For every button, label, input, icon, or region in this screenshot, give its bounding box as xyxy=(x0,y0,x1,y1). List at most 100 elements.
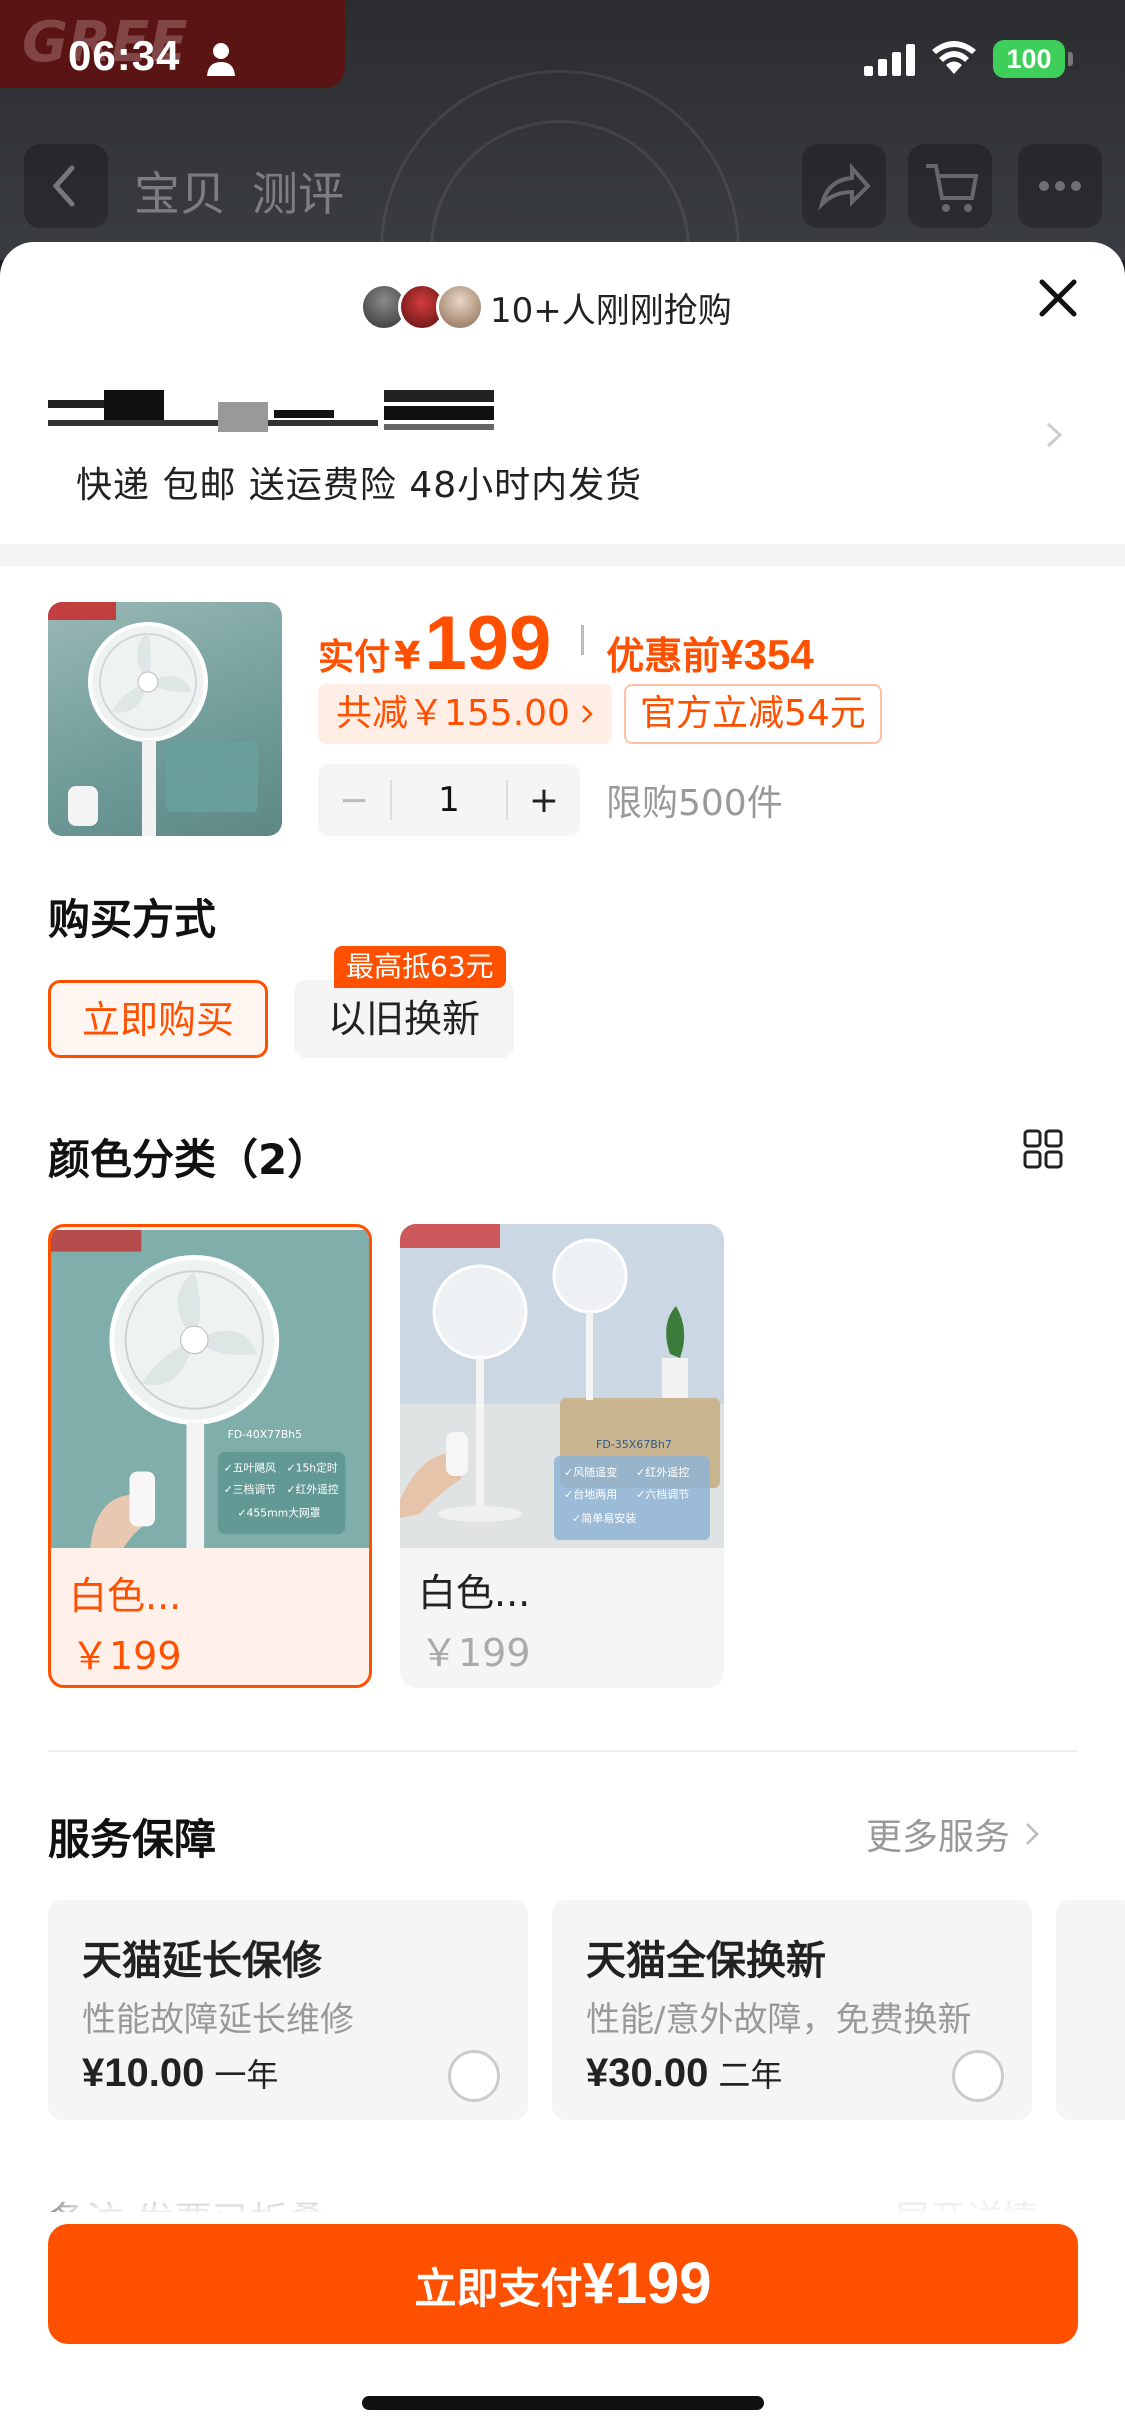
pay-button-amount: ¥199 xyxy=(582,2251,712,2316)
battery-indicator: 100 xyxy=(993,40,1073,78)
price-line: 实付 ¥ 199 优惠前 ¥354 xyxy=(318,600,814,686)
color-category-title: 颜色分类（2） xyxy=(48,1135,330,1184)
variant-price: ￥199 xyxy=(71,1634,182,1678)
total-discount-text: 共减￥155.00 xyxy=(336,693,570,734)
feature-label: ✓简单易安装 xyxy=(572,1511,636,1525)
background-nav: 宝贝 测评 xyxy=(0,144,1125,238)
quantity-stepper: − 1 + xyxy=(318,764,580,836)
feature-label: ✓三档调节 xyxy=(224,1483,276,1496)
fan-image xyxy=(48,602,258,836)
home-indicator xyxy=(362,2396,764,2410)
model-label: FD-35X67Bh7 xyxy=(596,1438,672,1451)
price-separator xyxy=(581,625,585,655)
option-buy-now[interactable]: 立即购买 xyxy=(48,980,268,1058)
service-title: 天猫全保换新 xyxy=(586,1938,826,1984)
model-label: FD-40X77Bh5 xyxy=(228,1428,302,1441)
recent-buyers: 10+人刚刚抢购 xyxy=(360,282,732,332)
chevron-right-icon xyxy=(1046,422,1063,448)
variant-image: FD-40X77Bh5 ✓五叶飓风 ✓15h定时 ✓三档调节 ✓红外遥控 ✓45… xyxy=(51,1230,369,1548)
service-price-line: ¥30.00 二年 xyxy=(586,2050,782,2096)
pay-amount: 199 xyxy=(424,601,552,686)
purchase-method-title: 购买方式 xyxy=(48,895,217,944)
pay-yen: ¥ xyxy=(394,634,421,678)
feature-label: ✓455mm大网罩 xyxy=(237,1507,320,1520)
feature-label: ✓五叶飓风 xyxy=(224,1461,276,1474)
avatar xyxy=(436,283,484,331)
tab-review[interactable]: 测评 xyxy=(252,158,344,224)
pay-button-label: 立即支付 xyxy=(414,2264,583,2313)
status-time: 06:34 xyxy=(68,32,181,79)
grid-view-icon[interactable] xyxy=(1022,1128,1064,1170)
masked-address xyxy=(48,390,508,440)
cart-button[interactable] xyxy=(908,144,992,228)
chevron-right-icon xyxy=(582,705,593,723)
services-title: 服务保障 xyxy=(48,1815,217,1864)
purchase-sheet: 10+人刚刚抢购 快递 包邮 送运费险 48小时内发货 实付 ¥ 199 优惠前… xyxy=(0,242,1125,2436)
service-card[interactable]: 天猫全保换新 性能/意外故障，免费换新 ¥30.00 二年 xyxy=(552,1900,1032,2120)
chevron-right-icon xyxy=(1026,1823,1039,1845)
original-price: ¥354 xyxy=(720,631,814,678)
option-trade-in[interactable]: 以旧换新 xyxy=(294,980,514,1058)
more-services-label: 更多服务 xyxy=(866,1817,1011,1858)
share-icon xyxy=(818,162,871,211)
back-button[interactable] xyxy=(24,144,108,228)
official-discount-tag: 官方立减54元 xyxy=(623,684,882,744)
quantity-row: − 1 + 限购500件 xyxy=(318,764,783,836)
service-radio[interactable] xyxy=(448,2050,500,2102)
feature-label: ✓台地两用 xyxy=(564,1487,617,1501)
feature-label: ✓六档调节 xyxy=(636,1487,689,1501)
service-card[interactable]: 天猫延长保修 性能故障延长维修 ¥10.00 一年 xyxy=(48,1900,528,2120)
more-button[interactable] xyxy=(1018,144,1102,228)
trade-in-badge: 最高抵63元 xyxy=(334,946,506,988)
section-divider xyxy=(0,544,1125,566)
note-label: 备注 发票已折叠 xyxy=(48,2190,326,2212)
service-price: ¥30.00 xyxy=(586,2051,709,2095)
product-thumbnail[interactable] xyxy=(48,602,282,836)
service-price-line: ¥10.00 一年 xyxy=(82,2050,278,2096)
increment-button[interactable]: + xyxy=(508,780,580,821)
service-desc: 性能故障延长维修 xyxy=(82,2000,354,2040)
purchase-limit: 限购500件 xyxy=(606,783,783,824)
variant-name: 白色... xyxy=(69,1574,182,1618)
service-radio[interactable] xyxy=(952,2050,1004,2102)
quantity-value[interactable]: 1 xyxy=(390,780,508,820)
feature-label: ✓红外遥控 xyxy=(636,1465,689,1479)
buyers-count-text: 10+人刚刚抢购 xyxy=(490,290,732,331)
service-term: 二年 xyxy=(718,2056,783,2094)
feature-label: ✓风随遥变 xyxy=(564,1465,617,1479)
service-desc: 性能/意外故障，免费换新 xyxy=(586,2000,972,2040)
person-icon xyxy=(207,43,235,76)
pay-now-button[interactable]: 立即支付¥199 xyxy=(48,2224,1078,2344)
buyer-avatars xyxy=(360,283,484,331)
total-discount-button[interactable]: 共减￥155.00 xyxy=(318,684,612,744)
more-dots-icon xyxy=(1039,181,1081,191)
service-title: 天猫延长保修 xyxy=(82,1938,322,1984)
decrement-button[interactable]: − xyxy=(318,780,390,821)
expand-details-link[interactable]: 展开详情 xyxy=(894,2190,1038,2212)
close-icon[interactable] xyxy=(1036,276,1080,320)
feature-label: ✓15h定时 xyxy=(287,1461,338,1474)
color-variant-card[interactable]: FD-35X67Bh7 ✓风随遥变 ✓红外遥控 ✓台地两用 ✓六档调节 ✓简单易… xyxy=(400,1224,724,1688)
original-price-label: 优惠前 xyxy=(606,634,721,678)
service-card-peek[interactable] xyxy=(1056,1900,1125,2120)
service-term: 一年 xyxy=(214,2056,279,2094)
note-row[interactable]: 备注 发票已折叠 展开详情 xyxy=(48,2172,1078,2212)
feature-label: ✓红外遥控 xyxy=(287,1483,339,1496)
service-price: ¥10.00 xyxy=(82,2051,205,2095)
back-arrow-icon xyxy=(52,165,75,207)
cart-icon xyxy=(926,164,979,212)
share-button[interactable] xyxy=(802,144,886,228)
pay-label: 实付 xyxy=(318,637,391,678)
variant-name: 白色... xyxy=(418,1571,531,1615)
signal-icon xyxy=(864,44,915,76)
shipping-info: 快递 包邮 送运费险 48小时内发货 xyxy=(76,465,643,506)
variant-price: ￥199 xyxy=(420,1631,531,1675)
status-bar: 06:34 100 xyxy=(0,0,1125,120)
variant-image: FD-35X67Bh7 ✓风随遥变 ✓红外遥控 ✓台地两用 ✓六档调节 ✓简单易… xyxy=(400,1224,724,1548)
color-variant-card[interactable]: FD-40X77Bh5 ✓五叶飓风 ✓15h定时 ✓三档调节 ✓红外遥控 ✓45… xyxy=(48,1224,372,1688)
wifi-icon xyxy=(932,41,976,74)
more-services-link[interactable]: 更多服务 xyxy=(866,1808,1040,1860)
discount-row: 共减￥155.00 官方立减54元 xyxy=(318,684,882,744)
tab-item[interactable]: 宝贝 xyxy=(134,158,226,224)
section-divider xyxy=(48,1750,1078,1752)
